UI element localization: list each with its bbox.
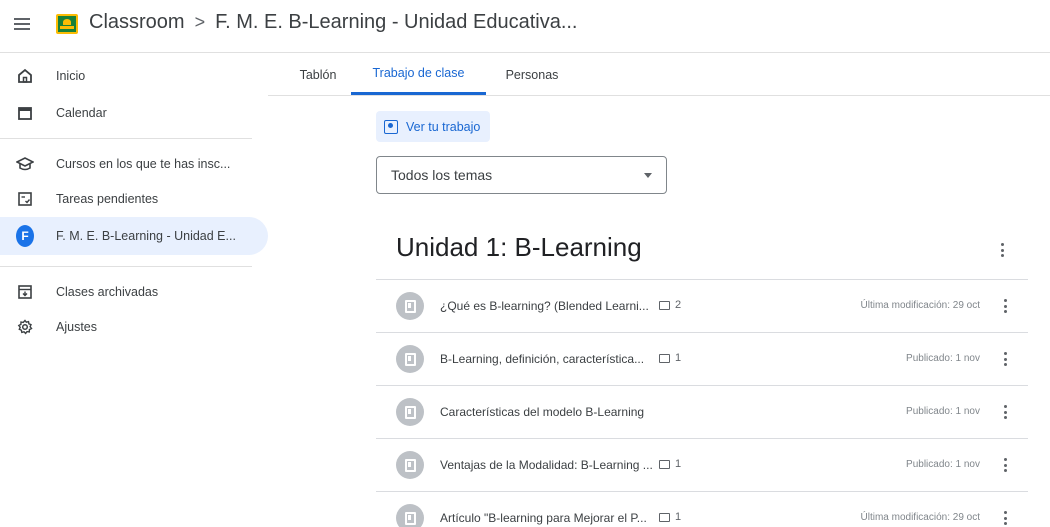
sidebar-item-course[interactable]: F F. M. E. B-Learning - Unidad E... <box>0 217 268 255</box>
material-icon <box>396 292 424 320</box>
sidebar-item-label: Inicio <box>56 69 86 83</box>
list-item[interactable]: Ventajas de la Modalidad: B-Learning ...… <box>376 439 1028 492</box>
item-date: Última modificación: 29 oct <box>860 300 981 311</box>
topic-title: Unidad 1: B-Learning <box>396 232 642 262</box>
sidebar-item-inicio[interactable]: Inicio <box>0 57 268 95</box>
sidebar: Inicio Calendar Cursos en los que te has… <box>0 54 268 527</box>
view-your-work-button[interactable]: Ver tu trabajo <box>376 111 490 142</box>
assignment-ind-icon <box>384 119 398 134</box>
item-date: Publicado: 1 nov <box>906 459 980 470</box>
item-more-icon[interactable] <box>997 508 1013 527</box>
comment-count: 1 <box>659 511 681 523</box>
sidebar-item-label: Calendar <box>56 106 107 120</box>
item-more-icon[interactable] <box>997 349 1013 369</box>
material-icon <box>396 504 424 527</box>
sidebar-item-label: Clases archivadas <box>56 285 159 299</box>
sidebar-item-calendar[interactable]: Calendar <box>0 94 268 132</box>
school-icon <box>16 155 34 173</box>
item-date: Publicado: 1 nov <box>906 353 980 364</box>
sidebar-divider <box>0 266 252 267</box>
sidebar-item-label: F. M. E. B-Learning - Unidad E... <box>56 229 236 243</box>
menu-icon[interactable] <box>12 15 32 35</box>
app-header: Classroom > F. M. E. B-Learning - Unidad… <box>0 0 1050 53</box>
view-your-work-label: Ver tu trabajo <box>406 119 481 134</box>
comment-count-value: 1 <box>675 458 682 470</box>
breadcrumb-course[interactable]: F. M. E. B-Learning - Unidad Educativa..… <box>215 11 577 34</box>
tab-bar: Tablón Trabajo de clase Personas <box>268 54 1050 96</box>
item-more-icon[interactable] <box>997 296 1013 316</box>
material-icon <box>396 451 424 479</box>
comment-icon <box>659 353 670 363</box>
comment-count: 2 <box>659 299 681 311</box>
comment-count: 1 <box>659 458 681 470</box>
dropdown-arrow-icon <box>644 173 652 178</box>
comment-count-value: 1 <box>675 352 682 364</box>
list-item[interactable]: Características del modelo B-Learning Pu… <box>376 386 1028 439</box>
sidebar-item-todo[interactable]: Tareas pendientes <box>0 180 268 218</box>
item-title: Características del modelo B-Learning <box>440 405 645 419</box>
tab-classwork[interactable]: Trabajo de clase <box>351 54 486 95</box>
material-icon <box>396 345 424 373</box>
comment-icon <box>659 459 670 469</box>
comment-icon <box>659 300 670 310</box>
list-item[interactable]: B-Learning, definición, característica..… <box>376 333 1028 386</box>
sidebar-item-label: Ajustes <box>56 320 97 334</box>
topic-filter-value: Todos los temas <box>391 167 493 183</box>
list-item[interactable]: Artículo "B-learning para Mejorar el P..… <box>376 492 1028 527</box>
item-title: B-Learning, definición, característica..… <box>440 352 645 366</box>
sidebar-item-settings[interactable]: Ajustes <box>0 308 268 346</box>
breadcrumb-separator: > <box>194 12 206 32</box>
todo-icon <box>16 190 34 208</box>
item-title: Ventajas de la Modalidad: B-Learning ... <box>440 458 653 472</box>
item-more-icon[interactable] <box>997 455 1013 475</box>
item-more-icon[interactable] <box>997 402 1013 422</box>
comment-count-value: 2 <box>675 299 682 311</box>
sidebar-item-archived[interactable]: Clases archivadas <box>0 273 268 311</box>
breadcrumb-app[interactable]: Classroom <box>89 11 185 34</box>
topic-more-icon[interactable] <box>994 240 1010 260</box>
sidebar-item-label: Cursos en los que te has insc... <box>56 157 231 171</box>
sidebar-item-enrolled[interactable]: Cursos en los que te has insc... <box>0 145 268 183</box>
tab-stream[interactable]: Tablón <box>286 54 350 95</box>
avatar: F <box>16 225 34 247</box>
item-title: Artículo "B-learning para Mejorar el P..… <box>440 511 647 525</box>
list-item[interactable]: ¿Qué es B-learning? (Blended Learni... 2… <box>376 280 1028 333</box>
breadcrumb: Classroom > F. M. E. B-Learning - Unidad… <box>89 11 578 34</box>
comment-count: 1 <box>659 352 681 364</box>
settings-icon <box>16 318 34 336</box>
item-date: Última modificación: 29 oct <box>860 512 981 523</box>
classroom-logo-icon[interactable] <box>56 14 78 34</box>
tab-people[interactable]: Personas <box>496 54 568 95</box>
item-title: ¿Qué es B-learning? (Blended Learni... <box>440 299 649 313</box>
material-icon <box>396 398 424 426</box>
sidebar-divider <box>0 138 252 139</box>
comment-icon <box>659 512 670 522</box>
sidebar-item-label: Tareas pendientes <box>56 192 159 206</box>
topic-filter-select[interactable]: Todos los temas <box>376 156 667 194</box>
calendar-icon <box>16 104 34 122</box>
home-icon <box>16 67 34 85</box>
archive-icon <box>16 283 34 301</box>
comment-count-value: 1 <box>675 511 682 523</box>
item-date: Publicado: 1 nov <box>906 406 980 417</box>
course-avatar: F <box>16 225 34 247</box>
